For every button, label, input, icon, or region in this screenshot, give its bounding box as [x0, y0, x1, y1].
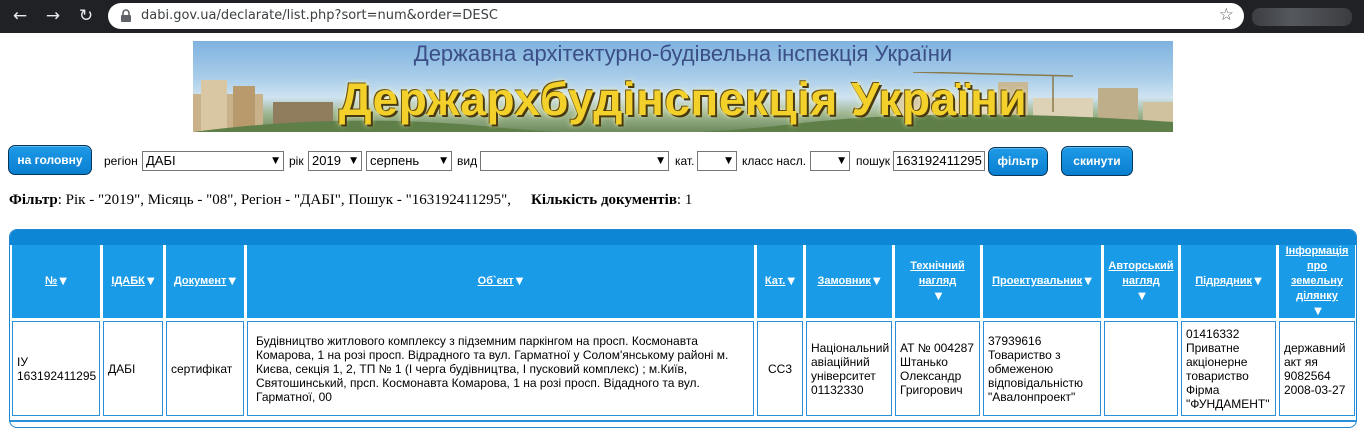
type-select[interactable]: ▼	[480, 151, 669, 171]
region-select-value: ДАБІ	[146, 153, 176, 168]
sort-contractor-link[interactable]: Підрядник	[1195, 274, 1252, 289]
address-bar[interactable]: dabi.gov.ua/declarate/list.php?sort=num&…	[108, 3, 1244, 29]
reset-button[interactable]: скинути	[1061, 146, 1133, 176]
table-top-bar	[10, 230, 1356, 245]
table-bottom-border	[10, 420, 1356, 422]
region-label: регіон	[104, 154, 138, 168]
lock-icon	[121, 9, 131, 22]
cell-num: ІУ 163192411295	[12, 321, 100, 416]
category-select[interactable]: ▼	[697, 151, 737, 171]
sort-idabk-link[interactable]: ІДАБК	[111, 274, 144, 289]
sort-arrow-icon: ▼	[59, 276, 67, 287]
sort-arrow-icon: ▼	[228, 276, 237, 287]
document-count-label: Кількість документів	[531, 192, 677, 208]
header-document[interactable]: Документ ▼	[166, 245, 244, 318]
chevron-down-icon: ▼	[350, 156, 357, 166]
header-land-info[interactable]: Інформація про земельну ділянку ▼	[1279, 245, 1355, 318]
site-banner: Державна архітектурно-будівельна інспекц…	[193, 41, 1173, 132]
filter-summary: Фільтр: Рік - "2019", Місяць - "08", Рег…	[9, 192, 692, 209]
cell-author-supervision	[1104, 321, 1178, 416]
cell-document: сертифікат	[166, 321, 244, 416]
sort-arrow-icon: ▼	[515, 276, 524, 287]
sort-arrow-icon: ▼	[1084, 276, 1092, 287]
filter-summary-label: Фільтр	[9, 192, 58, 208]
sort-tech-supervision-link[interactable]: Технічний нагляд	[903, 259, 973, 289]
search-input[interactable]: 163192411295	[893, 151, 985, 171]
sort-arrow-icon: ▼	[1138, 291, 1146, 302]
cell-land-info: державний акт яя 9082564 2008-03-27	[1279, 321, 1355, 416]
cell-category: СС3	[757, 321, 803, 416]
sort-category-link[interactable]: Кат.	[765, 274, 785, 289]
month-select-value: серпень	[370, 153, 420, 168]
category-label: кат.	[675, 154, 695, 168]
header-author-supervision[interactable]: Авторський нагляд ▼	[1104, 245, 1178, 318]
year-select-value: 2019	[312, 153, 341, 168]
cell-object: Будівництво житлового комплексу з підзем…	[247, 321, 754, 416]
year-label: рік	[289, 154, 304, 168]
search-label: пошук	[856, 154, 891, 168]
reload-icon[interactable]: ↻	[74, 4, 98, 28]
chevron-down-icon: ▼	[725, 156, 732, 166]
sort-arrow-icon: ▼	[787, 276, 796, 287]
document-count-value: : 1	[676, 192, 693, 208]
sort-customer-link[interactable]: Замовник	[817, 274, 870, 289]
cell-tech-supervision: АТ № 004287 Штанько Олександр Григорович	[895, 321, 980, 416]
header-object[interactable]: Об`єкт ▼	[247, 245, 754, 318]
header-num[interactable]: № ▼	[12, 245, 100, 318]
extensions-area	[1252, 8, 1352, 26]
chevron-down-icon: ▼	[657, 156, 664, 166]
back-icon[interactable]: ←	[8, 4, 32, 28]
region-select[interactable]: ДАБІ ▼	[142, 151, 284, 171]
bookmark-star-icon[interactable]: ☆	[1219, 5, 1234, 25]
header-designer[interactable]: Проектувальник ▼	[983, 245, 1101, 318]
sort-document-link[interactable]: Документ	[174, 274, 226, 289]
sort-arrow-icon: ▼	[1254, 276, 1262, 287]
banner-subtitle: Державна архітектурно-будівельна інспекц…	[413, 41, 953, 66]
sort-arrow-icon: ▼	[146, 276, 155, 287]
filter-summary-text: : Рік - "2019", Місяць - "08", Регіон - …	[57, 192, 512, 208]
header-category[interactable]: Кат. ▼	[757, 245, 803, 318]
header-customer[interactable]: Замовник ▼	[806, 245, 892, 318]
header-idabk[interactable]: ІДАБК ▼	[103, 245, 163, 318]
sort-arrow-icon: ▼	[872, 276, 881, 287]
chevron-down-icon: ▼	[440, 156, 447, 166]
sort-num-link[interactable]: №	[45, 274, 57, 289]
chevron-down-icon: ▼	[838, 156, 845, 166]
banner-title: Держархбудінспекція України	[338, 73, 1028, 125]
class-label: класс насл.	[742, 154, 807, 168]
filter-button[interactable]: фільтр	[988, 147, 1048, 176]
type-label: вид	[457, 154, 478, 168]
sort-author-supervision-link[interactable]: Авторський нагляд	[1106, 259, 1176, 289]
sort-arrow-icon: ▼	[934, 291, 943, 302]
sort-object-link[interactable]: Об`єкт	[478, 274, 514, 289]
cell-designer: 37939616 Товариство з обмеженою відповід…	[983, 321, 1101, 416]
header-contractor[interactable]: Підрядник ▼	[1181, 245, 1276, 318]
sort-designer-link[interactable]: Проектувальник	[992, 274, 1082, 289]
url-text[interactable]: dabi.gov.ua/declarate/list.php?sort=num&…	[141, 8, 498, 23]
cell-idabk: ДАБІ	[103, 321, 163, 416]
chevron-down-icon: ▼	[272, 156, 279, 166]
cell-customer: Національний авіаційний університет 0113…	[806, 321, 892, 416]
sort-arrow-icon: ▼	[1314, 306, 1322, 317]
year-select[interactable]: 2019 ▼	[308, 151, 362, 171]
home-button[interactable]: на головну	[8, 145, 92, 175]
class-select[interactable]: ▼	[810, 151, 850, 171]
header-tech-supervision[interactable]: Технічний нагляд ▼	[895, 245, 980, 318]
cell-contractor: 01416332 Приватне акціонерне товариство …	[1181, 321, 1276, 416]
browser-toolbar: ← → ↻ dabi.gov.ua/declarate/list.php?sor…	[0, 0, 1364, 33]
sort-land-info-link[interactable]: Інформація про земельну ділянку	[1284, 244, 1350, 304]
month-select[interactable]: серпень ▼	[366, 151, 452, 171]
forward-icon[interactable]: →	[41, 4, 65, 28]
